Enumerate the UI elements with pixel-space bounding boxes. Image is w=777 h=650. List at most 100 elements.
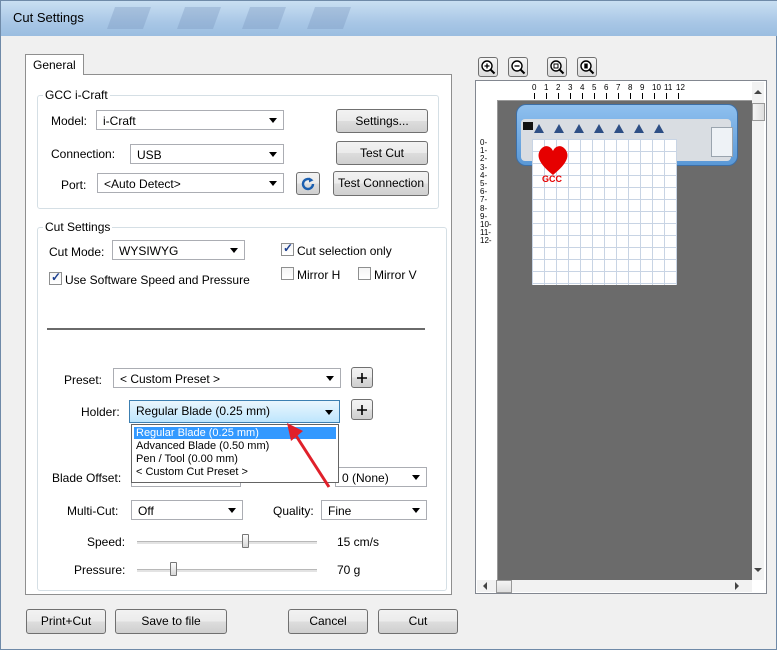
vertical-scroll-thumb[interactable] <box>752 103 765 121</box>
tab-general-label: General <box>33 58 76 72</box>
cut-mode-label: Cut Mode: <box>49 245 105 259</box>
speed-value: 15 cm/s <box>337 535 380 549</box>
save-to-file-button[interactable]: Save to file <box>115 609 227 634</box>
zoom-fit-button[interactable] <box>547 57 567 77</box>
zoom-in-button[interactable] <box>478 57 498 77</box>
add-holder-button[interactable] <box>351 399 373 420</box>
titlebar-decoration <box>306 7 352 29</box>
ruler-top-tick: 7 <box>616 83 621 92</box>
tab-general[interactable]: General <box>25 54 84 75</box>
speed-slider-track[interactable] <box>137 541 317 544</box>
zoom-out-icon <box>511 60 526 75</box>
scroll-down-icon[interactable] <box>754 568 762 572</box>
model-label: Model: <box>51 114 88 128</box>
ruler-left-tick: 12- <box>480 236 492 246</box>
zoom-page-button[interactable] <box>577 57 597 77</box>
ruler-top-tick-mark <box>546 93 547 99</box>
holder-select[interactable]: Regular Blade (0.25 mm) <box>129 400 340 423</box>
ruler-top-tick: 3 <box>568 83 573 92</box>
connection-value: USB <box>137 148 162 162</box>
ruler-top-tick-mark <box>606 93 607 99</box>
speed-label: Speed: <box>87 535 126 549</box>
chevron-down-icon <box>228 508 236 513</box>
annotation-arrow-icon <box>287 423 331 488</box>
ruler-top-tick-mark <box>630 93 631 99</box>
preset-select[interactable]: < Custom Preset > <box>113 368 341 388</box>
ruler-top-tick-mark <box>642 93 643 99</box>
ruler-top-tick: 5 <box>592 83 597 92</box>
cut-button[interactable]: Cut <box>378 609 458 634</box>
zoom-page-icon <box>580 60 595 75</box>
plus-icon <box>357 373 367 383</box>
speed-slider-thumb[interactable] <box>242 534 249 548</box>
chevron-down-icon <box>412 508 420 513</box>
ruler-top-tick-mark <box>534 93 535 99</box>
ruler-top-tick: 4 <box>580 83 585 92</box>
mirror-h-label: Mirror H <box>297 268 341 282</box>
cutter-indicator <box>523 122 533 130</box>
zoom-in-icon <box>481 60 496 75</box>
title-bar[interactable]: Cut Settings <box>1 1 777 36</box>
port-label: Port: <box>61 178 87 192</box>
model-value: i-Craft <box>103 114 136 128</box>
cut-selection-only-label: Cut selection only <box>297 244 392 258</box>
cut-selection-only-checkbox[interactable] <box>281 241 294 256</box>
plus-icon <box>357 405 367 415</box>
quality-label: Quality: <box>273 504 314 518</box>
vertical-scrollbar[interactable] <box>752 82 765 580</box>
cancel-button[interactable]: Cancel <box>288 609 368 634</box>
chevron-down-icon <box>269 152 277 157</box>
chevron-down-icon <box>326 376 334 381</box>
ruler-top-tick: 9 <box>640 83 645 92</box>
titlebar-decoration <box>241 7 287 29</box>
refresh-port-button[interactable] <box>296 172 320 195</box>
test-connection-button-label: Test Connection <box>337 176 425 190</box>
test-cut-button[interactable]: Test Cut <box>336 141 428 165</box>
chevron-down-icon <box>230 248 238 253</box>
use-software-speed-label: Use Software Speed and Pressure <box>65 273 250 287</box>
titlebar-decoration <box>106 7 152 29</box>
cancel-label: Cancel <box>309 614 347 628</box>
blade-markers-icon <box>534 124 664 133</box>
ruler-top-tick: 0 <box>532 83 537 92</box>
mirror-h-checkbox[interactable] <box>281 267 294 280</box>
model-select[interactable]: i-Craft <box>96 110 284 130</box>
ruler-top-tick: 1 <box>544 83 549 92</box>
scroll-up-icon[interactable] <box>754 90 762 94</box>
print-cut-button[interactable]: Print+Cut <box>26 609 106 634</box>
horizontal-scroll-thumb[interactable] <box>496 580 512 593</box>
scroll-right-icon[interactable] <box>735 582 739 590</box>
holder-label: Holder: <box>81 405 120 419</box>
design-text: GCC <box>542 174 562 184</box>
port-select[interactable]: <Auto Detect> <box>97 173 284 193</box>
quality-select[interactable]: Fine <box>321 500 427 520</box>
ruler-top-tick-mark <box>678 93 679 99</box>
settings-button[interactable]: Settings... <box>336 109 428 133</box>
connection-select[interactable]: USB <box>130 144 284 164</box>
cut-label: Cut <box>408 614 428 628</box>
refresh-icon <box>301 177 315 191</box>
multi-cut-select[interactable]: Off <box>131 500 243 520</box>
pressure-slider-track[interactable] <box>137 569 317 572</box>
holder-value: Regular Blade (0.25 mm) <box>136 404 271 418</box>
mirror-v-checkbox[interactable] <box>358 267 371 280</box>
scroll-left-icon[interactable] <box>483 582 487 590</box>
overcut-select[interactable]: 0 (None) <box>335 467 427 487</box>
port-value: <Auto Detect> <box>104 177 181 191</box>
pressure-slider-thumb[interactable] <box>170 562 177 576</box>
test-connection-button[interactable]: Test Connection <box>333 171 429 196</box>
zoom-out-button[interactable] <box>508 57 528 77</box>
ruler-top-tick: 12 <box>676 83 685 92</box>
cut-settings-window: Cut Settings General GCC i-Craft Model: … <box>0 0 777 650</box>
ruler-top-tick: 2 <box>556 83 561 92</box>
zoom-fit-icon <box>550 60 565 75</box>
add-preset-button[interactable] <box>351 367 373 388</box>
use-software-speed-checkbox[interactable] <box>49 270 62 285</box>
cut-mode-select[interactable]: WYSIWYG <box>112 240 245 260</box>
preset-value: < Custom Preset > <box>120 372 221 386</box>
blade-offset-label: Blade Offset: <box>52 471 122 485</box>
cutter-control-panel <box>711 127 733 157</box>
horizontal-scrollbar[interactable] <box>477 580 752 593</box>
chevron-down-icon <box>412 475 420 480</box>
gcc-group-title: GCC i-Craft <box>43 88 110 102</box>
